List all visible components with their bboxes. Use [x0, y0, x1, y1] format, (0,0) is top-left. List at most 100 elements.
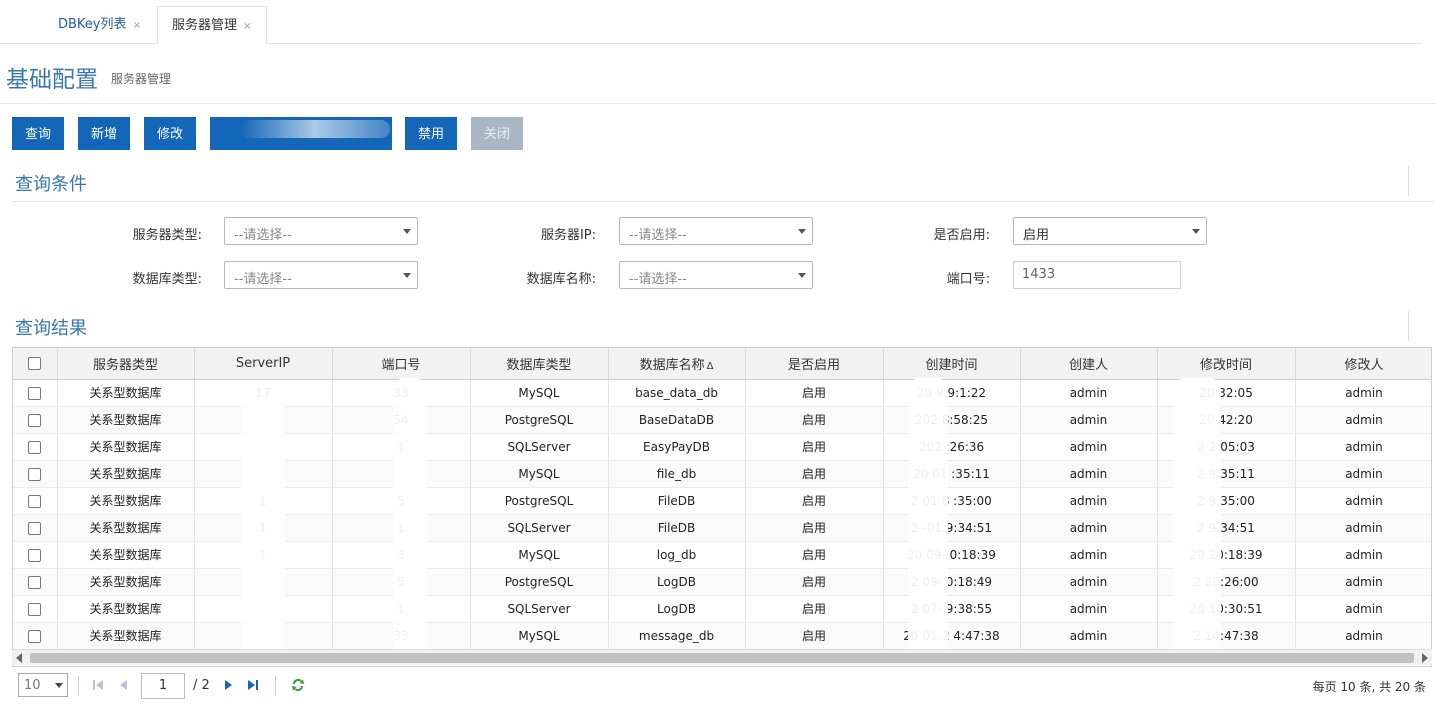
cell-enabled: 启用	[745, 460, 884, 488]
close-icon[interactable]: ×	[243, 21, 251, 32]
cell-type: 关系型数据库	[57, 622, 195, 650]
page-title: 基础配置	[6, 67, 98, 93]
close-icon[interactable]: ×	[133, 20, 141, 31]
db-type-label: 数据库类型:	[132, 272, 202, 287]
row-select-cell[interactable]	[13, 406, 58, 434]
column-header[interactable]: 创建人	[1020, 348, 1158, 380]
enabled-select[interactable]: 启用	[1013, 217, 1207, 245]
cell-type: 关系型数据库	[57, 514, 195, 542]
row-select-cell[interactable]	[13, 433, 58, 461]
scroll-left-icon[interactable]	[16, 653, 22, 663]
column-header[interactable]: 数据库类型	[470, 348, 609, 380]
select-all-checkbox[interactable]	[28, 356, 42, 370]
table-header-row: 服务器类型 ServerIP 端口号 数据库类型 数据库名称 Δ 是否启用 创建时…	[13, 348, 1431, 380]
db-name-label: 数据库名称:	[526, 272, 596, 287]
query-button[interactable]: 查询	[12, 117, 64, 150]
row-select-cell[interactable]	[13, 622, 58, 650]
column-header[interactable]: 端口号	[332, 348, 471, 380]
row-checkbox[interactable]	[28, 494, 42, 508]
cell-created: 202 8:58:25	[883, 406, 1021, 434]
row-select-cell[interactable]	[13, 541, 58, 569]
cell-type: 关系型数据库	[57, 487, 195, 515]
scrollbar-thumb[interactable]	[30, 653, 1414, 663]
cell-dbtype: PostgreSQL	[470, 568, 609, 596]
cell-dbname: file_db	[608, 460, 746, 488]
section-divider	[12, 201, 1434, 202]
row-select-cell[interactable]	[13, 487, 58, 515]
row-checkbox[interactable]	[28, 629, 42, 643]
cell-created: 2 09- 0:18:49	[883, 568, 1021, 596]
cell-dbtype: SQLServer	[470, 595, 609, 623]
row-select-cell[interactable]	[13, 568, 58, 596]
column-header[interactable]: 创建时间	[883, 348, 1021, 380]
cell-dbtype: SQLServer	[470, 514, 609, 542]
tab-dbkey-list[interactable]: DBKey列表 ×	[44, 6, 155, 45]
row-checkbox[interactable]	[28, 440, 42, 454]
add-button[interactable]: 新增	[78, 117, 130, 150]
page-header: 基础配置 服务器管理	[0, 44, 1436, 104]
column-header[interactable]: ServerIP	[194, 348, 333, 380]
server-ip-select[interactable]: --请选择--	[619, 217, 813, 245]
row-checkbox[interactable]	[28, 602, 42, 616]
select-value: --请选择--	[234, 228, 292, 243]
row-checkbox[interactable]	[28, 467, 42, 481]
results-grid: 服务器类型 ServerIP 端口号 数据库类型 数据库名称 Δ 是否启用 创建时…	[12, 347, 1432, 667]
cell-modifier: admin	[1295, 379, 1431, 407]
cell-enabled: 启用	[745, 622, 884, 650]
edit-button[interactable]: 修改	[144, 117, 196, 150]
results-section-title: 查询结果	[15, 318, 87, 339]
redaction-smudge	[241, 388, 285, 658]
tab-label: 服务器管理	[172, 18, 238, 33]
column-header[interactable]: 修改时间	[1157, 348, 1296, 380]
db-type-select[interactable]: --请选择--	[224, 261, 418, 289]
page-number-input[interactable]: 1	[141, 673, 185, 699]
column-header-sorted[interactable]: 数据库名称 Δ	[608, 348, 746, 380]
cell-modifier: admin	[1295, 568, 1431, 596]
cell-enabled: 启用	[745, 433, 884, 461]
row-checkbox[interactable]	[28, 386, 42, 400]
cell-enabled: 启用	[745, 568, 884, 596]
select-all-cell[interactable]	[13, 348, 58, 380]
column-header[interactable]: 服务器类型	[57, 348, 195, 380]
row-checkbox[interactable]	[28, 575, 42, 589]
select-value: 启用	[1023, 228, 1050, 243]
server-type-select[interactable]: --请选择--	[224, 217, 418, 245]
row-checkbox[interactable]	[28, 521, 42, 535]
horizontal-scrollbar[interactable]	[12, 649, 1432, 665]
cell-creator: admin	[1020, 460, 1158, 488]
tab-bar: DBKey列表 × 服务器管理 ×	[0, 0, 1422, 45]
cell-created: 20 09- 0:18:39	[883, 541, 1021, 569]
refresh-icon[interactable]	[290, 677, 306, 693]
pager-divider	[78, 676, 79, 696]
row-select-cell[interactable]	[13, 514, 58, 542]
select-value: --请选择--	[629, 272, 687, 287]
column-header[interactable]: 修改人	[1295, 348, 1431, 380]
row-select-cell[interactable]	[13, 379, 58, 407]
cell-creator: admin	[1020, 622, 1158, 650]
disable-button[interactable]: 禁用	[405, 117, 457, 150]
cell-type: 关系型数据库	[57, 541, 195, 569]
last-page-icon[interactable]	[245, 677, 261, 693]
db-name-select[interactable]: --请选择--	[619, 261, 813, 289]
cell-modifier: admin	[1295, 514, 1431, 542]
row-checkbox[interactable]	[28, 548, 42, 562]
cell-created: 202 :26:36	[883, 433, 1021, 461]
tab-server-management[interactable]: 服务器管理 ×	[157, 6, 267, 45]
cell-created: 20 9 9:1:22	[883, 379, 1021, 407]
row-checkbox[interactable]	[28, 413, 42, 427]
row-select-cell[interactable]	[13, 460, 58, 488]
row-select-cell[interactable]	[13, 595, 58, 623]
redaction-smudge	[1173, 378, 1221, 658]
port-input[interactable]: 1433	[1013, 261, 1181, 289]
pagination-info: 每页 10 条, 共 20 条	[1312, 680, 1426, 694]
column-header[interactable]: 是否启用	[745, 348, 884, 380]
cell-type: 关系型数据库	[57, 568, 195, 596]
next-page-icon[interactable]	[220, 677, 236, 693]
masked-action-button[interactable]	[210, 117, 392, 150]
scroll-right-icon[interactable]	[1422, 653, 1428, 663]
page-size-select[interactable]: 10	[18, 673, 68, 697]
first-page-icon[interactable]	[90, 677, 106, 693]
dropdown-caret-icon	[1192, 229, 1200, 234]
cell-enabled: 启用	[745, 487, 884, 515]
prev-page-icon[interactable]	[116, 677, 132, 693]
